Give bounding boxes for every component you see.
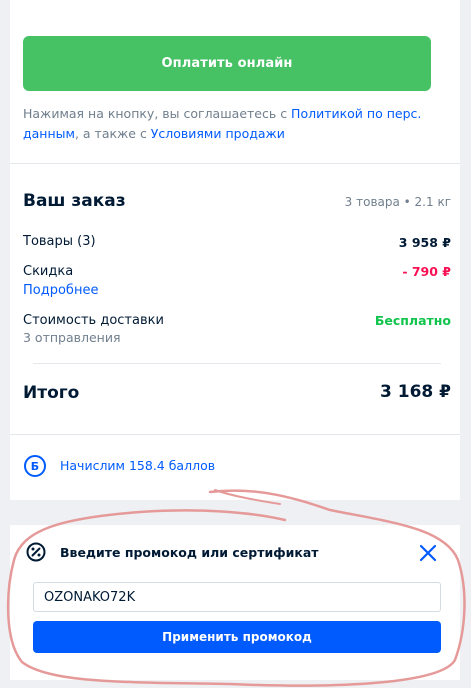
discount-label: Скидка [23, 264, 74, 279]
terms-of-sale-link[interactable]: Условиями продажи [151, 126, 285, 141]
total-label: Итого [23, 383, 80, 403]
delivery-shipments: 3 отправления [23, 330, 121, 345]
close-icon[interactable] [418, 543, 438, 563]
delivery-value: Бесплатно [374, 313, 451, 328]
pay-online-button[interactable]: Оплатить онлайн [23, 36, 431, 91]
consent-text: Нажимая на кнопку, вы соглашаетесь с Пол… [23, 104, 433, 144]
percent-badge-icon [26, 542, 46, 562]
total-value: 3 168 ₽ [380, 382, 451, 402]
divider [33, 363, 441, 364]
bonus-points-text: Начислим 158.4 баллов [60, 458, 216, 473]
apply-promo-button[interactable]: Применить промокод [33, 621, 441, 653]
goods-value: 3 958 ₽ [398, 235, 451, 250]
goods-label: Товары (3) [23, 234, 96, 249]
order-meta: 3 товара • 2.1 кг [344, 195, 451, 209]
divider [10, 163, 460, 164]
promo-title: Введите промокод или сертификат [60, 545, 319, 560]
bonus-points-icon: Б [24, 455, 46, 477]
discount-details-link[interactable]: Подробнее [23, 283, 98, 298]
divider [10, 434, 460, 435]
discount-value: - 790 ₽ [402, 264, 451, 279]
consent-middle: , а также с [74, 126, 151, 141]
delivery-label: Стоимость доставки [23, 313, 164, 328]
order-title: Ваш заказ [23, 191, 126, 211]
promo-code-input[interactable] [33, 582, 441, 612]
consent-prefix: Нажимая на кнопку, вы соглашаетесь с [23, 106, 292, 121]
